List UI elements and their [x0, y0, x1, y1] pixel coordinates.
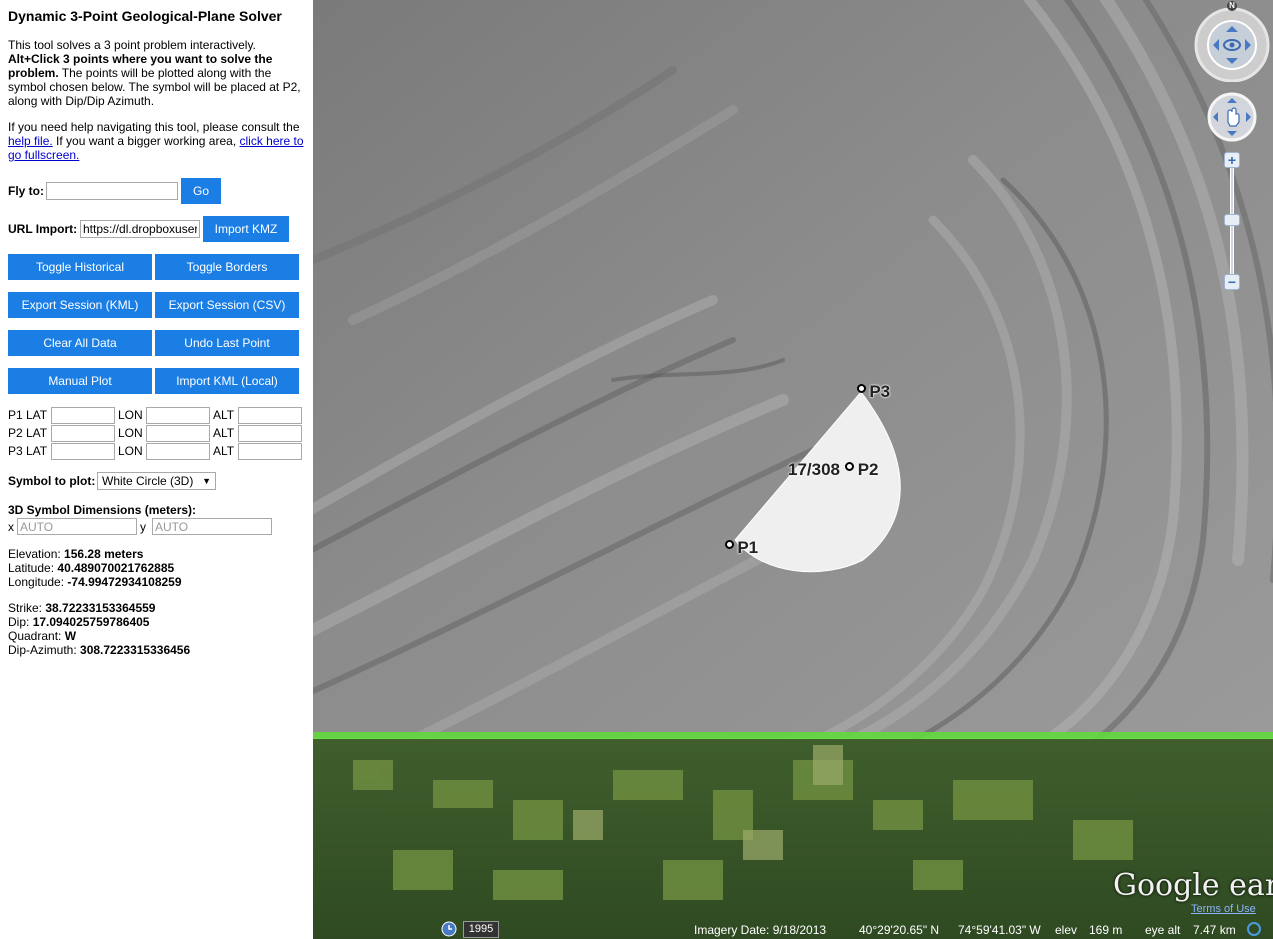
elevation-value: 156.28 meters: [64, 547, 144, 561]
quadrant-value: W: [64, 629, 77, 643]
p2-row: P2 LAT LON ALT: [8, 424, 313, 442]
dropdown-arrow-icon: ▼: [202, 476, 211, 486]
p1-row: P1 LAT LON ALT: [8, 406, 313, 424]
pin-icon: [845, 462, 855, 471]
p1-marker[interactable]: P1: [725, 538, 758, 558]
flyto-label: Fly to:: [8, 184, 44, 198]
imagery-date: Imagery Date: 9/18/2013: [694, 923, 827, 937]
url-import-input[interactable]: [80, 220, 200, 238]
strike-value: 38.72233153364559: [45, 601, 156, 615]
dip-azimuth-value: 308.7223315336456: [80, 643, 191, 657]
p3-lon-input[interactable]: [146, 442, 210, 460]
elev-label: elev: [1055, 923, 1078, 937]
status-circle-icon: [1247, 922, 1261, 936]
export-kml-button[interactable]: Export Session (KML): [8, 292, 152, 318]
google-earth-logo: Google earth: [1113, 868, 1273, 903]
dip-value: 17.094025759786405: [32, 615, 150, 629]
move-control[interactable]: [1207, 92, 1257, 142]
import-kmz-button[interactable]: Import KMZ: [203, 216, 289, 242]
url-import-label: URL Import:: [8, 222, 78, 236]
help-text: If you need help navigating this tool, p…: [8, 120, 304, 162]
symbol-select[interactable]: White Circle (3D) ▼: [97, 472, 216, 490]
earth-map-view[interactable]: P1 17/308 P2 P3 N + − Google earth: [313, 0, 1273, 939]
latitude-readout: 40°29'20.65" N: [859, 923, 940, 937]
p3-lat-input[interactable]: [51, 442, 115, 460]
historical-year-badge[interactable]: 1995: [463, 921, 499, 938]
coordinate-inputs: P1 LAT LON ALT P2 LAT LON ALT P3 LAT LON…: [8, 406, 313, 460]
import-kml-local-button[interactable]: Import KML (Local): [155, 368, 299, 394]
clear-all-button[interactable]: Clear All Data: [8, 330, 152, 356]
url-import-row: URL Import: Import KMZ: [8, 216, 313, 242]
flyto-row: Fly to: Go: [8, 178, 313, 204]
p1-lon-input[interactable]: [146, 406, 210, 424]
symbol-label: Symbol to plot:: [8, 474, 96, 488]
go-button[interactable]: Go: [181, 178, 221, 204]
intro-text: This tool solves a 3 point problem inter…: [8, 38, 301, 108]
latitude-value: 40.489070021762885: [57, 561, 175, 575]
dip-label: 17/308: [788, 460, 840, 479]
look-control[interactable]: N: [1193, 1, 1271, 83]
toggle-historical-button[interactable]: Toggle Historical: [8, 254, 152, 280]
dimensions-label: 3D Symbol Dimensions (meters):: [8, 503, 197, 517]
p3-row: P3 LAT LON ALT: [8, 442, 313, 460]
longitude-readout: 74°59'41.03" W: [958, 923, 1041, 937]
p2-lon-input[interactable]: [146, 424, 210, 442]
dim-x-input[interactable]: [17, 518, 137, 535]
eye-alt-value: 7.47 km: [1193, 923, 1236, 937]
dimensions-row: x y: [8, 518, 313, 535]
p2-marker[interactable]: 17/308 P2: [788, 460, 878, 480]
p1-lat-input[interactable]: [51, 406, 115, 424]
p3-alt-input[interactable]: [238, 442, 302, 460]
app-title: Dynamic 3-Point Geological-Plane Solver: [8, 8, 282, 24]
pin-icon: [725, 540, 734, 549]
zoom-in-icon[interactable]: +: [1224, 152, 1240, 168]
elev-value: 169 m: [1089, 923, 1123, 937]
symbol-row: Symbol to plot: White Circle (3D) ▼: [8, 472, 313, 490]
zoom-slider[interactable]: + −: [1222, 150, 1242, 295]
terms-link[interactable]: Terms of Use: [1191, 903, 1256, 915]
p3-marker[interactable]: P3: [857, 382, 890, 402]
dim-y-input[interactable]: [152, 518, 272, 535]
compass-north: N: [1227, 1, 1237, 11]
undo-last-button[interactable]: Undo Last Point: [155, 330, 299, 356]
zoom-thumb[interactable]: [1224, 214, 1240, 226]
help-file-link[interactable]: help file.: [8, 134, 53, 148]
eye-alt-label: eye alt: [1145, 923, 1181, 937]
toggle-borders-button[interactable]: Toggle Borders: [155, 254, 299, 280]
manual-plot-button[interactable]: Manual Plot: [8, 368, 152, 394]
location-info: Elevation: 156.28 meters Latitude: 40.48…: [8, 547, 182, 589]
longitude-value: -74.99472934108259: [67, 575, 182, 589]
p1-alt-input[interactable]: [238, 406, 302, 424]
history-clock-icon[interactable]: [441, 921, 457, 937]
control-panel: Dynamic 3-Point Geological-Plane Solver …: [0, 0, 313, 939]
pin-icon: [857, 384, 866, 393]
plane-info: Strike: 38.72233153364559 Dip: 17.094025…: [8, 601, 191, 657]
p2-lat-input[interactable]: [51, 424, 115, 442]
export-csv-button[interactable]: Export Session (CSV): [155, 292, 299, 318]
p2-alt-input[interactable]: [238, 424, 302, 442]
zoom-out-icon[interactable]: −: [1224, 274, 1240, 290]
flyto-input[interactable]: [46, 182, 178, 200]
